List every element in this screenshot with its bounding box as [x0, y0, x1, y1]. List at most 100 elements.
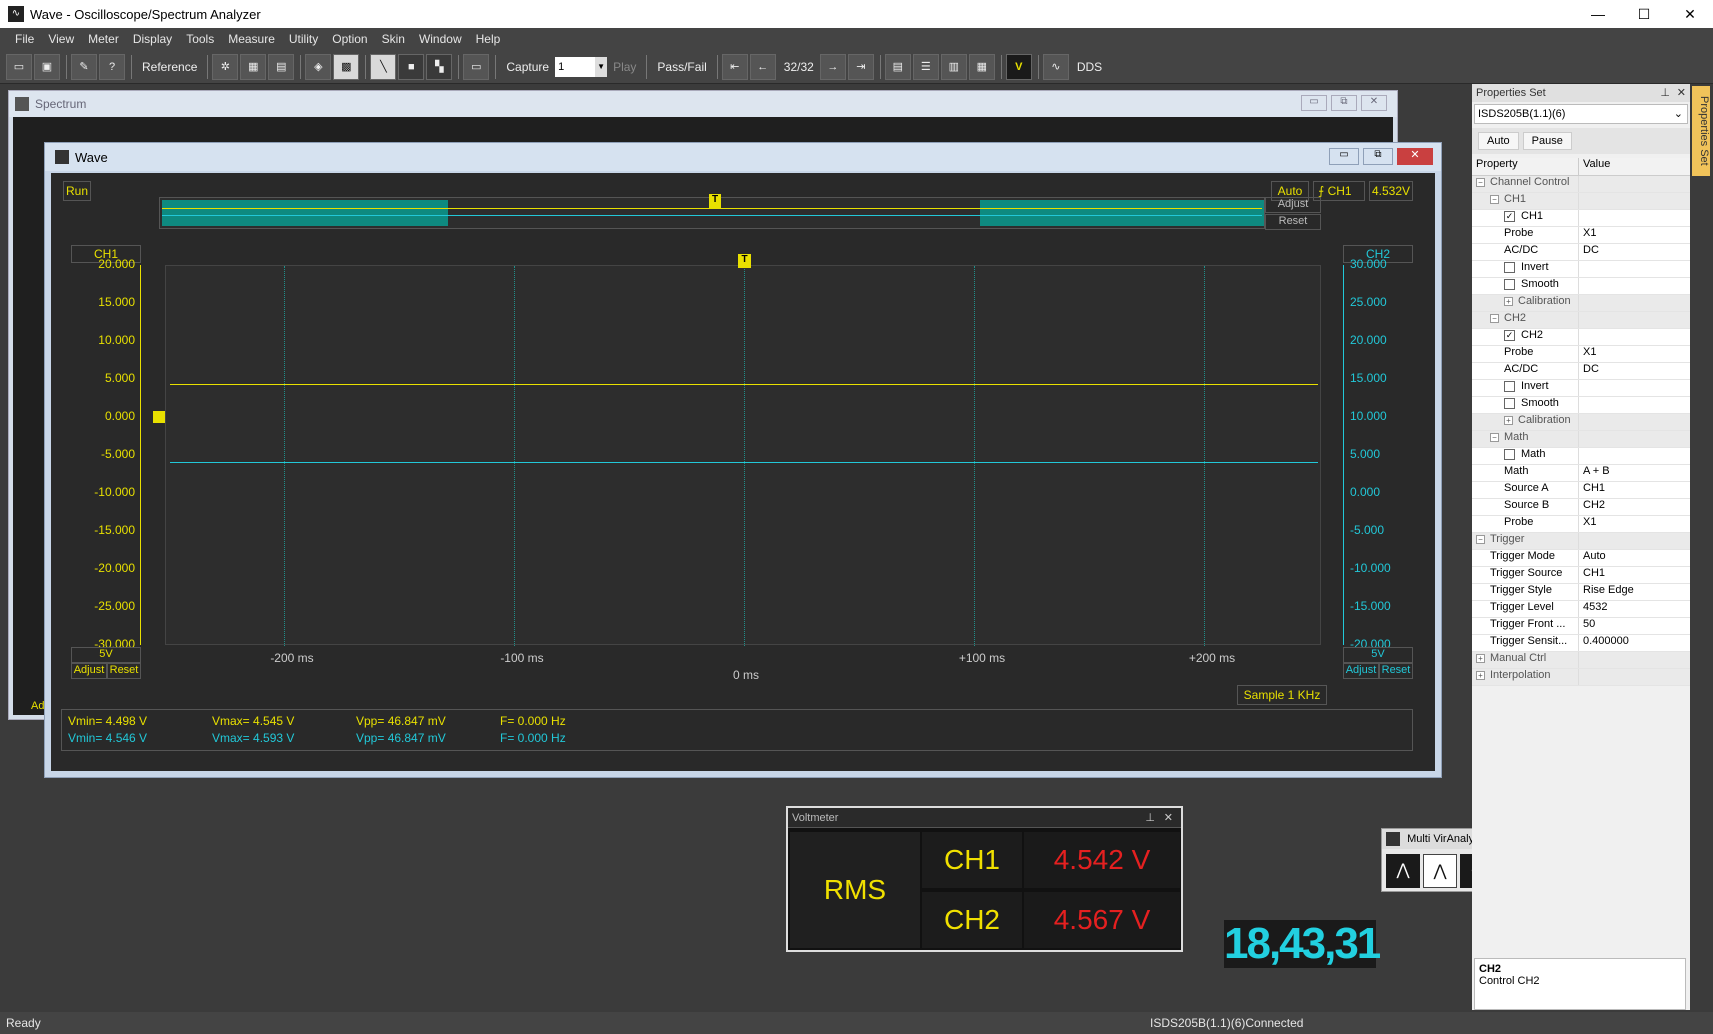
checkbox[interactable]	[1504, 380, 1515, 392]
menu-measure[interactable]: Measure	[221, 32, 282, 46]
ch2-adjust-button[interactable]: Adjust	[1343, 663, 1379, 679]
property-row[interactable]: Trigger Mode Auto	[1472, 550, 1690, 567]
property-value[interactable]	[1579, 312, 1690, 328]
save-icon[interactable]: ▣	[34, 53, 60, 80]
expand-icon[interactable]: +	[1504, 415, 1513, 425]
property-row[interactable]: Source B CH2	[1472, 499, 1690, 516]
voltmeter-toggle[interactable]: V	[1005, 53, 1032, 80]
reference-button[interactable]: Reference	[136, 60, 203, 74]
chevron-down-icon[interactable]: ⌄	[1674, 105, 1683, 123]
trigger-position-marker[interactable]: T	[738, 254, 751, 268]
spectrum-analyzer-icon[interactable]: ⋀	[1386, 854, 1420, 888]
layout-4-icon[interactable]: ▦	[968, 53, 995, 80]
property-row[interactable]: − CH1	[1472, 193, 1690, 210]
first-frame-icon[interactable]: ⇤	[721, 53, 748, 80]
waveform-plot[interactable]: T	[165, 254, 1321, 646]
property-row[interactable]: − Math	[1472, 431, 1690, 448]
property-value[interactable]: 0.400000	[1579, 635, 1690, 651]
property-value[interactable]: CH2	[1579, 499, 1690, 515]
wave-minimize-button[interactable]: ▭	[1329, 148, 1359, 165]
property-value[interactable]: 50	[1579, 618, 1690, 634]
expand-icon[interactable]: +	[1476, 670, 1485, 680]
property-value[interactable]: CH1	[1579, 482, 1690, 498]
property-value[interactable]: A + B	[1579, 465, 1690, 481]
help-icon[interactable]: ?	[99, 53, 125, 80]
play-button[interactable]: Play	[607, 60, 642, 74]
open-icon[interactable]: ▭	[6, 53, 32, 80]
layout-1-icon[interactable]: ▤	[884, 53, 911, 80]
property-row[interactable]: Trigger Front ... 50	[1472, 618, 1690, 635]
minimize-button[interactable]: —	[1575, 0, 1621, 28]
overview-trigger-marker[interactable]: T	[709, 194, 721, 208]
property-row[interactable]: Trigger Level 4532	[1472, 601, 1690, 618]
property-row[interactable]: ✓ CH1	[1472, 210, 1690, 227]
properties-close-icon[interactable]: ✕	[1677, 84, 1686, 102]
menu-view[interactable]: View	[41, 32, 81, 46]
menu-meter[interactable]: Meter	[81, 32, 126, 46]
property-row[interactable]: + Manual Ctrl	[1472, 652, 1690, 669]
property-value[interactable]: Rise Edge	[1579, 584, 1690, 600]
property-value[interactable]	[1579, 176, 1690, 192]
properties-pause-button[interactable]: Pause	[1522, 132, 1572, 150]
property-value[interactable]	[1579, 431, 1690, 447]
menu-help[interactable]: Help	[469, 32, 508, 46]
property-value[interactable]: DC	[1579, 363, 1690, 379]
collapse-icon[interactable]: −	[1490, 194, 1499, 204]
expand-icon[interactable]: +	[1476, 653, 1485, 663]
property-value[interactable]: DC	[1579, 244, 1690, 260]
next-frame-icon[interactable]: →	[819, 53, 846, 80]
properties-auto-button[interactable]: Auto	[1478, 132, 1519, 150]
pin-icon[interactable]: ⊥	[1145, 808, 1155, 828]
menu-display[interactable]: Display	[126, 32, 179, 46]
property-value[interactable]	[1579, 261, 1690, 277]
run-button[interactable]: Run	[63, 181, 91, 201]
properties-set-side-tab[interactable]: Properties Set	[1692, 86, 1710, 176]
last-frame-icon[interactable]: ⇥	[847, 53, 874, 80]
property-row[interactable]: − CH2	[1472, 312, 1690, 329]
property-row[interactable]: Probe X1	[1472, 227, 1690, 244]
checkbox[interactable]	[1504, 397, 1515, 409]
menu-file[interactable]: File	[8, 32, 41, 46]
property-value[interactable]: 4532	[1579, 601, 1690, 617]
property-row[interactable]: Smooth	[1472, 278, 1690, 295]
property-value[interactable]	[1579, 533, 1690, 549]
menu-utility[interactable]: Utility	[282, 32, 325, 46]
spectrum-close-button[interactable]: ✕	[1361, 95, 1387, 111]
property-value[interactable]	[1579, 652, 1690, 668]
property-value[interactable]: X1	[1579, 227, 1690, 243]
capture-count-input[interactable]: 1 ▼	[555, 56, 608, 77]
property-row[interactable]: − Trigger	[1472, 533, 1690, 550]
close-button[interactable]: ✕	[1667, 0, 1713, 28]
menu-option[interactable]: Option	[325, 32, 374, 46]
property-value[interactable]	[1579, 329, 1690, 345]
property-value[interactable]	[1579, 278, 1690, 294]
property-row[interactable]: Trigger Style Rise Edge	[1472, 584, 1690, 601]
passfail-button[interactable]: Pass/Fail	[651, 60, 712, 74]
collapse-icon[interactable]: −	[1490, 432, 1499, 442]
property-value[interactable]	[1579, 669, 1690, 685]
auto-set-icon[interactable]: ▩	[333, 53, 360, 80]
menu-skin[interactable]: Skin	[375, 32, 412, 46]
property-row[interactable]: AC/DC DC	[1472, 244, 1690, 261]
property-row[interactable]: + Interpolation	[1472, 669, 1690, 686]
line-draw-icon[interactable]: ╲	[370, 53, 397, 80]
property-value[interactable]: X1	[1579, 346, 1690, 362]
oscilloscope-icon[interactable]: ⋀	[1423, 854, 1457, 888]
sample-rate[interactable]: Sample 1 KHz	[1237, 685, 1327, 705]
spectrum-minimize-button[interactable]: ▭	[1301, 95, 1327, 111]
checkbox[interactable]: ✓	[1504, 210, 1515, 222]
menu-window[interactable]: Window	[412, 32, 469, 46]
layout-2-icon[interactable]: ☰	[912, 53, 939, 80]
reset-button[interactable]: Reset	[1265, 214, 1321, 230]
maximize-button[interactable]: ☐	[1621, 0, 1667, 28]
color-icon[interactable]: ▚	[426, 53, 453, 80]
property-row[interactable]: Invert	[1472, 380, 1690, 397]
property-row[interactable]: − Channel Control	[1472, 176, 1690, 193]
property-value[interactable]	[1579, 193, 1690, 209]
checkbox[interactable]	[1504, 278, 1515, 290]
overview-strip[interactable]: T	[159, 194, 1265, 229]
property-row[interactable]: Source A CH1	[1472, 482, 1690, 499]
grid-icon[interactable]: ▦	[240, 53, 267, 80]
property-row[interactable]: Trigger Source CH1	[1472, 567, 1690, 584]
wave-close-button[interactable]: ✕	[1397, 148, 1433, 165]
